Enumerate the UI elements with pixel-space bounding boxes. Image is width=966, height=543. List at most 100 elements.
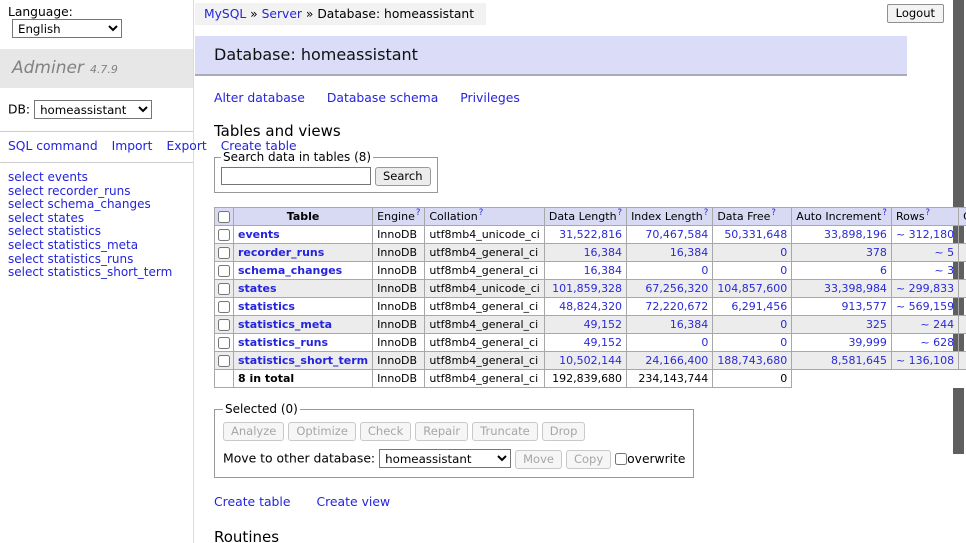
optimize-button[interactable]: Optimize — [288, 422, 356, 441]
table-link-statistics-meta[interactable]: statistics_meta — [238, 318, 332, 331]
column-header-rows: Rows? — [891, 208, 958, 226]
column-header-collation: Collation? — [425, 208, 544, 226]
truncate-button[interactable]: Truncate — [472, 422, 538, 441]
create-view-link[interactable]: Create view — [316, 494, 390, 509]
rows-count-cell: ~ 312,180 — [891, 226, 958, 244]
table-link-events[interactable]: events — [238, 228, 280, 241]
sidebar-link-sql-command[interactable]: SQL command — [8, 139, 98, 153]
column-header-engine: Engine? — [373, 208, 425, 226]
repair-button[interactable]: Repair — [415, 422, 468, 441]
collation-cell: utf8mb4_unicode_ci — [425, 226, 544, 244]
help-link[interactable]: ? — [618, 208, 623, 218]
alter-database-link[interactable]: Alter database — [214, 90, 305, 105]
comment-cell — [959, 352, 966, 370]
copy-button[interactable]: Copy — [566, 450, 611, 469]
table-row-statistics-meta: statistics_metaInnoDButf8mb4_general_ci4… — [215, 316, 966, 334]
row-checkbox-statistics-short-term[interactable] — [218, 355, 230, 367]
analyze-button[interactable]: Analyze — [223, 422, 284, 441]
drop-button[interactable]: Drop — [542, 422, 586, 441]
table-link-states[interactable]: states — [238, 282, 277, 295]
help-link[interactable]: ? — [479, 208, 484, 218]
sidebar-select-states-link[interactable]: select states — [8, 212, 185, 226]
index-length-cell: 0 — [627, 334, 713, 352]
table-link-statistics-runs[interactable]: statistics_runs — [238, 336, 328, 349]
overwrite-checkbox[interactable] — [615, 453, 627, 465]
sidebar-select-statistics-runs-link[interactable]: select statistics_runs — [8, 253, 185, 267]
table-row-recorder-runs: recorder_runsInnoDButf8mb4_general_ci16,… — [215, 244, 966, 262]
search-input[interactable] — [221, 167, 371, 185]
footer-data-free-cell: 0 — [713, 370, 792, 388]
rows-count-cell: ~ 299,833 — [891, 280, 958, 298]
table-header: TableEngine?Collation?Data Length?Index … — [215, 208, 966, 226]
footer-total-cell: 8 in total — [234, 370, 373, 388]
engine-cell: InnoDB — [373, 226, 425, 244]
help-link[interactable]: ? — [771, 208, 776, 218]
help-link[interactable]: ? — [704, 208, 709, 218]
select-all-checkbox[interactable] — [218, 211, 230, 223]
data-length-cell: 16,384 — [544, 244, 626, 262]
sidebar-select-statistics-meta-link[interactable]: select statistics_meta — [8, 239, 185, 253]
comment-cell — [959, 298, 966, 316]
table-link-schema-changes[interactable]: schema_changes — [238, 264, 342, 277]
breadcrumb-current: Database: homeassistant — [317, 7, 474, 21]
move-button[interactable]: Move — [515, 450, 562, 469]
collation-cell: utf8mb4_general_ci — [425, 298, 544, 316]
sidebar-select-statistics-link[interactable]: select statistics — [8, 225, 185, 239]
help-link[interactable]: ? — [926, 208, 931, 218]
create-table-link[interactable]: Create table — [214, 494, 291, 509]
selected-buttons-row: AnalyzeOptimizeCheckRepairTruncateDrop — [223, 422, 685, 441]
table-name-cell: statistics_meta — [234, 316, 373, 334]
comment-cell — [959, 244, 966, 262]
data-length-cell: 31,522,816 — [544, 226, 626, 244]
db-selector-row: DB:homeassistant — [0, 88, 193, 131]
comment-cell — [959, 280, 966, 298]
index-length-cell: 0 — [627, 262, 713, 280]
row-checkbox-states[interactable] — [218, 283, 230, 295]
auto-increment-cell: 325 — [792, 316, 892, 334]
breadcrumb-separator: » — [250, 7, 258, 21]
engine-cell: InnoDB — [373, 262, 425, 280]
row-checkbox-statistics-runs[interactable] — [218, 337, 230, 349]
rows-count-cell: ~ 244 — [891, 316, 958, 334]
row-checkbox-statistics[interactable] — [218, 301, 230, 313]
row-checkbox-cell — [215, 334, 234, 352]
table-link-statistics[interactable]: statistics — [238, 300, 295, 313]
collation-cell: utf8mb4_general_ci — [425, 316, 544, 334]
auto-increment-cell: 39,999 — [792, 334, 892, 352]
table-link-recorder-runs[interactable]: recorder_runs — [238, 246, 324, 259]
row-checkbox-statistics-meta[interactable] — [218, 319, 230, 331]
sidebar-select-recorder-runs-link[interactable]: select recorder_runs — [8, 185, 185, 199]
breadcrumb-link-server[interactable]: Server — [262, 7, 302, 21]
sidebar-select-statistics-short-term-link[interactable]: select statistics_short_term — [8, 266, 185, 280]
check-button[interactable]: Check — [360, 422, 411, 441]
row-checkbox-cell — [215, 244, 234, 262]
row-checkbox-events[interactable] — [218, 229, 230, 241]
index-length-cell: 24,166,400 — [627, 352, 713, 370]
collation-cell: utf8mb4_general_ci — [425, 334, 544, 352]
data-free-cell: 0 — [713, 334, 792, 352]
engine-cell: InnoDB — [373, 352, 425, 370]
data-length-cell: 48,824,320 — [544, 298, 626, 316]
auto-increment-cell: 33,398,984 — [792, 280, 892, 298]
language-bar: Language:English — [0, 0, 193, 42]
row-checkbox-schema-changes[interactable] — [218, 265, 230, 277]
search-fieldset: Search data in tables (8) Search — [214, 150, 438, 193]
sidebar: Language:English Adminer4.7.9 DB:homeass… — [0, 0, 194, 543]
move-db-select[interactable]: homeassistant — [379, 449, 511, 468]
help-link[interactable]: ? — [882, 208, 887, 218]
help-link[interactable]: ? — [416, 208, 421, 218]
search-button[interactable]: Search — [375, 167, 431, 186]
index-length-cell: 72,220,672 — [627, 298, 713, 316]
engine-cell: InnoDB — [373, 334, 425, 352]
table-link-statistics-short-term[interactable]: statistics_short_term — [238, 354, 368, 367]
privileges-link[interactable]: Privileges — [460, 90, 520, 105]
sidebar-select-events-link[interactable]: select events — [8, 171, 185, 185]
sidebar-select-schema-changes-link[interactable]: select schema_changes — [8, 198, 185, 212]
row-checkbox-recorder-runs[interactable] — [218, 247, 230, 259]
language-select[interactable]: English — [12, 19, 122, 38]
sidebar-link-import[interactable]: Import — [112, 139, 153, 153]
database-schema-link[interactable]: Database schema — [327, 90, 438, 105]
adminer-page: Language:English Adminer4.7.9 DB:homeass… — [0, 0, 966, 543]
db-select[interactable]: homeassistant — [34, 100, 152, 119]
breadcrumb-link-mysql[interactable]: MySQL — [204, 7, 246, 21]
